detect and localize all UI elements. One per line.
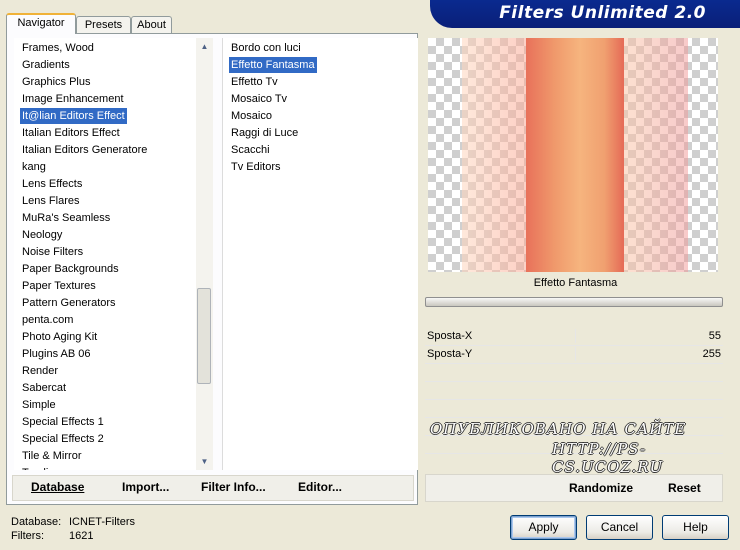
- filter-name-label: Effetto Fantasma: [533, 277, 618, 289]
- category-item[interactable]: MuRa's Seamless: [20, 210, 112, 226]
- cancel-button[interactable]: Cancel: [586, 515, 653, 540]
- filter-item[interactable]: Mosaico Tv: [229, 91, 289, 107]
- filters-count-label: Filters:: [11, 530, 44, 542]
- category-item[interactable]: Neology: [20, 227, 64, 243]
- help-button[interactable]: Help: [662, 515, 729, 540]
- category-item[interactable]: Italian Editors Generatore: [20, 142, 149, 158]
- database-label: Database:: [11, 516, 62, 528]
- title-banner: Filters Unlimited 2.0: [430, 0, 740, 28]
- tab-presets[interactable]: Presets: [76, 16, 131, 33]
- category-item[interactable]: Plugins AB 06: [20, 346, 93, 362]
- filters-count-value: 1621: [69, 530, 94, 542]
- app-title: Filters Unlimited 2.0: [499, 3, 706, 23]
- param-sposta-x[interactable]: Sposta-X 55: [425, 328, 723, 346]
- category-item[interactable]: Noise Filters: [20, 244, 85, 260]
- category-item[interactable]: Special Effects 2: [20, 431, 106, 447]
- category-item[interactable]: Sabercat: [20, 380, 68, 396]
- randomize-button[interactable]: Randomize: [569, 481, 633, 495]
- category-item[interactable]: Render: [20, 363, 60, 379]
- reset-button[interactable]: Reset: [668, 481, 701, 495]
- category-item[interactable]: Lens Effects: [20, 176, 84, 192]
- filter-info-button[interactable]: Filter Info...: [201, 480, 266, 494]
- scroll-down-icon[interactable]: ▼: [196, 453, 213, 470]
- category-item[interactable]: Simple: [20, 397, 58, 413]
- param-label: Sposta-Y: [427, 348, 473, 360]
- preview-progress-bar: [425, 297, 723, 307]
- category-item[interactable]: Paper Backgrounds: [20, 261, 121, 277]
- param-value: 55: [708, 330, 721, 342]
- category-item[interactable]: It@lian Editors Effect: [20, 108, 127, 124]
- param-sposta-y[interactable]: Sposta-Y 255: [425, 346, 723, 364]
- filter-list[interactable]: Tv Editors Scacchi Raggi di Luce Mosaico Mos…: [222, 38, 418, 470]
- filter-item[interactable]: Tv Editors: [229, 159, 283, 175]
- category-item[interactable]: Toadies: [20, 465, 62, 470]
- category-item[interactable]: Gradients: [20, 57, 72, 73]
- database-button[interactable]: Database: [31, 480, 84, 494]
- category-item[interactable]: Lens Flares: [20, 193, 81, 209]
- category-item[interactable]: Special Effects 1: [20, 414, 106, 430]
- filter-item[interactable]: Effetto Fantasma: [229, 57, 317, 73]
- filter-item[interactable]: Raggi di Luce: [229, 125, 300, 141]
- category-item[interactable]: Paper Textures: [20, 278, 98, 294]
- editor-button[interactable]: Editor...: [298, 480, 342, 494]
- category-item[interactable]: Graphics Plus: [20, 74, 92, 90]
- scroll-up-icon[interactable]: ▲: [196, 38, 213, 55]
- category-item[interactable]: Frames, Wood: [20, 40, 96, 56]
- filter-item[interactable]: Effetto Tv: [229, 74, 280, 90]
- param-toolbar: Randomize Reset: [425, 474, 723, 502]
- apply-button[interactable]: Apply: [510, 515, 577, 540]
- param-value: 255: [702, 348, 721, 360]
- tab-about[interactable]: About: [131, 16, 172, 33]
- watermark-line-2: HTTP://PS-CS.UCOZ.RU: [552, 440, 664, 476]
- category-item[interactable]: Pattern Generators: [20, 295, 118, 311]
- category-item[interactable]: Image Enhancement: [20, 91, 126, 107]
- category-item[interactable]: Tile & Mirror: [20, 448, 83, 464]
- category-item[interactable]: Photo Aging Kit: [20, 329, 99, 345]
- scroll-thumb[interactable]: [197, 288, 211, 384]
- category-list[interactable]: ToadiesTile & MirrorSpecial Effects 2Spe…: [14, 38, 213, 470]
- navigator-toolbar: Database Import... Filter Info... Editor…: [12, 475, 414, 501]
- filter-item[interactable]: Bordo con luci: [229, 40, 303, 56]
- category-item[interactable]: kang: [20, 159, 48, 175]
- filter-item[interactable]: Mosaico: [229, 108, 274, 124]
- import-button[interactable]: Import...: [122, 480, 169, 494]
- tab-navigator[interactable]: Navigator: [6, 13, 76, 34]
- database-button-label: Database: [31, 480, 85, 494]
- watermark-line-1: ОПУБЛИКОВАНО НА САЙТЕ: [430, 420, 687, 438]
- category-scrollbar[interactable]: ▲ ▼: [196, 38, 213, 470]
- filter-item[interactable]: Scacchi: [229, 142, 272, 158]
- preview-image: [428, 38, 718, 272]
- param-label: Sposta-X: [427, 330, 473, 342]
- database-value: ICNET-Filters: [69, 516, 135, 528]
- category-item[interactable]: Italian Editors Effect: [20, 125, 122, 141]
- category-item[interactable]: penta.com: [20, 312, 75, 328]
